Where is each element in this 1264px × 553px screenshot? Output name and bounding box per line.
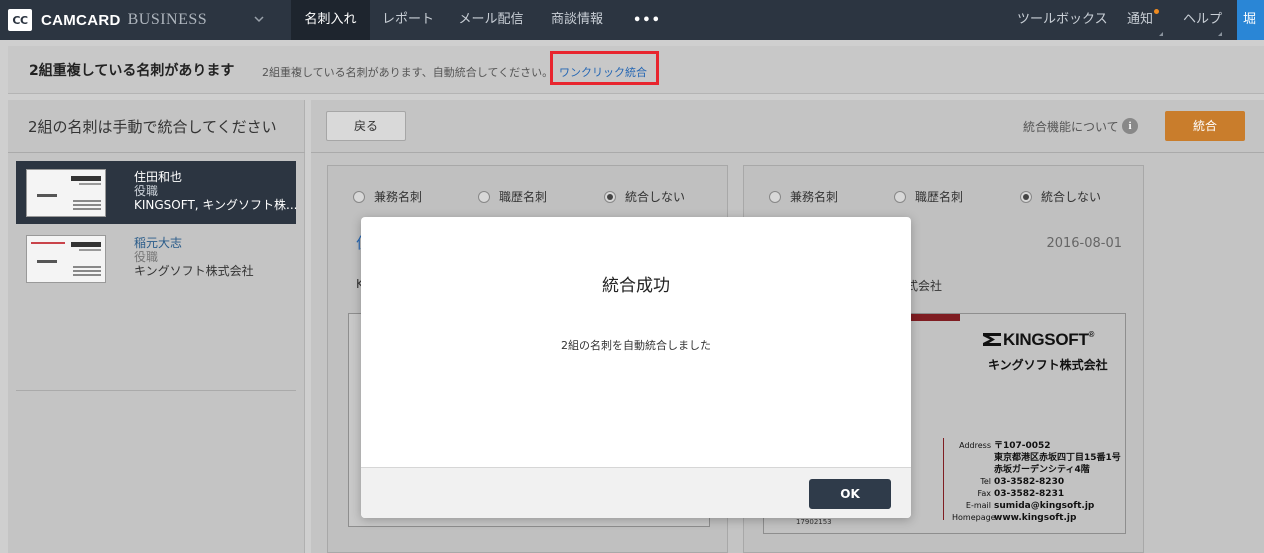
divider (16, 390, 296, 391)
card-list-item[interactable]: 住田和也 役職 KINGSOFT, キングソフト株... (16, 161, 298, 224)
notification-badge (1154, 9, 1159, 14)
thumb-logo (71, 242, 101, 247)
duplicate-notice-bar: 2組重複している名刺があります 2組重複している名刺があります、自動統合してくだ… (8, 46, 1264, 94)
radio-circle-checked (1020, 190, 1032, 203)
card-company: キングソフト株式会社 (134, 264, 254, 278)
card-contact-block: Address 〒107-0052 東京都港区赤坂四丁目15番1号 赤坂ガーデンシ… (952, 440, 1121, 524)
more-menu-icon[interactable]: ••• (633, 13, 661, 28)
card-company-jp: キングソフト株式会社 (988, 358, 1108, 372)
nav-tab-mail[interactable]: メール配信 (446, 0, 536, 40)
about-merge-link[interactable]: 統合機能について (1023, 118, 1119, 135)
fax-label: Fax (977, 489, 991, 498)
thumb-line (73, 208, 101, 210)
notice-description: 2組重複している名刺があります、自動統合してください。 (262, 66, 554, 79)
radio-circle (478, 190, 490, 203)
merge-success-dialog: 統合成功 2組の名刺を自動統合しました OK (361, 217, 911, 518)
merge-type-radio-group: 兼務名刺 職歴名刺 統合しない (769, 188, 1129, 204)
notification-menu[interactable]: 通知 (1127, 0, 1153, 40)
card-red-line (943, 438, 944, 520)
notice-title: 2組重複している名刺があります (29, 63, 235, 79)
radio-career-card[interactable]: 職歴名刺 (478, 188, 547, 205)
address-label: Address (959, 441, 991, 450)
dialog-title: 統合成功 (602, 276, 670, 296)
homepage-value: www.kingsoft.jp (994, 513, 1077, 523)
back-button[interactable]: 戻る (326, 111, 406, 141)
logo-brand-sub: BUSINESS (127, 11, 208, 28)
radio-concurrent-card[interactable]: 兼務名刺 (353, 188, 422, 205)
address-line: 東京都港区赤坂四丁目15番1号 (994, 453, 1121, 463)
one-click-merge-link[interactable]: ワンクリック統合 (550, 51, 659, 85)
help-menu[interactable]: ヘルプ (1183, 0, 1222, 40)
radio-career-card[interactable]: 職歴名刺 (894, 188, 963, 205)
radio-label: 兼務名刺 (374, 190, 423, 204)
radio-circle (353, 190, 365, 203)
manual-merge-list-panel: 2組の名刺は手動で統合してください 住田和也 役職 KINGSOFT, キングソ… (8, 100, 305, 553)
logo-badge: CC (8, 9, 32, 31)
nav-tab-report[interactable]: レポート (370, 0, 446, 40)
tel-label: Tel (980, 477, 991, 486)
nav-tab-deals[interactable]: 商談情報 (536, 0, 618, 40)
address-line: 〒107-0052 (994, 441, 1051, 451)
merge-button[interactable]: 統合 (1165, 111, 1245, 141)
divider (311, 152, 1264, 153)
thumb-line (73, 270, 101, 272)
radio-label: 統合しない (625, 190, 686, 204)
radio-no-merge[interactable]: 統合しない (1020, 188, 1101, 205)
info-icon[interactable]: i (1122, 118, 1138, 134)
card-logo-reg: ® (1088, 330, 1095, 339)
thumb-line (73, 204, 101, 206)
logo-brand: CAMCARD (41, 11, 121, 29)
address-line: 赤坂ガーデンシティ4階 (994, 465, 1090, 475)
card-number: 17902153 (796, 518, 832, 526)
card-thumbnail (26, 169, 106, 217)
card-date: 2016-08-01 (1046, 236, 1122, 251)
card-company: KINGSOFT, キングソフト株... (134, 198, 298, 212)
left-panel-title: 2組の名刺は手動で統合してください (28, 118, 277, 136)
radio-no-merge[interactable]: 統合しない (604, 188, 685, 205)
dropdown-corner-icon (1218, 28, 1222, 36)
tel-value: 03-3582-8230 (994, 477, 1065, 487)
radio-label: 職歴名刺 (915, 190, 964, 204)
dialog-message: 2組の名刺を自動統合しました (561, 339, 711, 352)
radio-label: 職歴名刺 (499, 190, 548, 204)
card-company-fragment: 式会社 (906, 279, 943, 293)
radio-circle-checked (604, 190, 616, 203)
nav-tab-cards[interactable]: 名刺入れ (291, 0, 370, 40)
thumb-logo-sub (79, 183, 101, 185)
chevron-down-icon[interactable] (254, 14, 264, 24)
thumb-line (73, 274, 101, 276)
user-menu[interactable]: 堀 (1237, 0, 1264, 40)
thumb-line (73, 266, 101, 268)
app-logo[interactable]: CC CAMCARD BUSINESS (8, 9, 207, 31)
thumb-logo (71, 176, 101, 181)
thumb-red-band (31, 242, 65, 244)
radio-concurrent-card[interactable]: 兼務名刺 (769, 188, 838, 205)
fax-value: 03-3582-8231 (994, 489, 1065, 499)
homepage-label: Homepage (952, 513, 996, 522)
radio-label: 統合しない (1041, 190, 1102, 204)
card-thumbnail (26, 235, 106, 283)
card-list-item[interactable]: 稲元大志 役職 キングソフト株式会社 (16, 227, 296, 290)
top-nav-bar: CC CAMCARD BUSINESS 名刺入れ レポート メール配信 商談情報… (0, 0, 1264, 40)
email-label: E-mail (965, 501, 991, 510)
divider (8, 152, 305, 153)
kingsoft-logo-icon (983, 333, 1001, 346)
dialog-footer: OK (361, 467, 911, 518)
toolbox-menu[interactable]: ツールボックス (1017, 0, 1108, 40)
thumb-logo-sub (79, 249, 101, 251)
dropdown-corner-icon (1159, 28, 1163, 36)
radio-circle (769, 190, 781, 203)
thumb-name (37, 194, 57, 197)
email-value: sumida@kingsoft.jp (994, 501, 1095, 511)
card-logo: KINGSOFT® (983, 330, 1094, 350)
thumb-line (73, 200, 101, 202)
ok-button[interactable]: OK (809, 479, 891, 509)
thumb-name (37, 260, 57, 263)
merge-type-radio-group: 兼務名刺 職歴名刺 統合しない (353, 188, 713, 204)
radio-label: 兼務名刺 (790, 190, 839, 204)
card-logo-text: KINGSOFT (1003, 330, 1089, 349)
radio-circle (894, 190, 906, 203)
